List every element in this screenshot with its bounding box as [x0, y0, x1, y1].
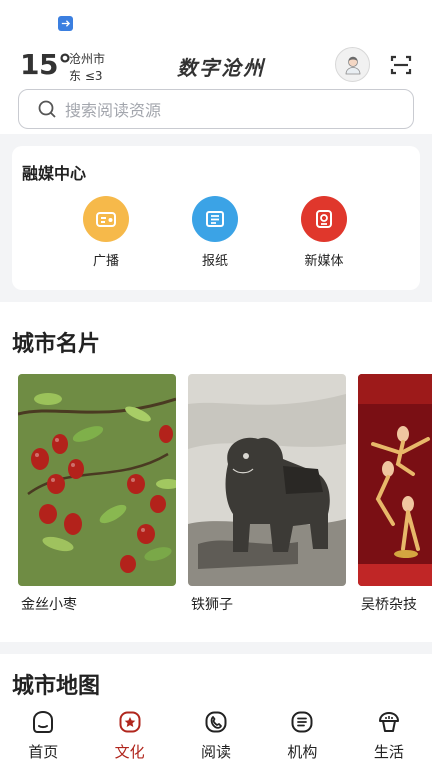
acrobatics-image — [358, 374, 432, 586]
city-card-label: 铁狮子 — [191, 597, 233, 613]
search-icon — [38, 100, 56, 118]
reading-icon — [205, 711, 227, 733]
app-title: 数字沧州 — [177, 56, 265, 80]
top-header: 15° 沧州市 东 ≤3 数字沧州 搜索阅读资源 — [0, 0, 432, 134]
media-center-card: 融媒中心 广播 报纸 新媒体 — [12, 146, 420, 290]
city-card-acrobatics[interactable]: 吴桥杂技 — [358, 374, 432, 614]
city-map-title: 城市地图 — [12, 674, 101, 699]
temperature: 15° — [20, 48, 72, 81]
nav-label: 机构 — [287, 743, 318, 761]
search-input[interactable]: 搜索阅读资源 — [18, 89, 414, 129]
jujube-image — [18, 374, 176, 586]
city-card-iron-lion[interactable]: 铁狮子 — [188, 374, 348, 614]
nav-label: 文化 — [114, 743, 145, 761]
media-center-title: 融媒中心 — [22, 164, 87, 183]
nav-label: 生活 — [373, 743, 404, 761]
radio-icon — [83, 196, 129, 242]
city-card-label: 金丝小枣 — [21, 597, 77, 613]
nav-culture[interactable]: 文化 — [86, 703, 172, 768]
nav-home[interactable]: 首页 — [0, 703, 86, 768]
city-cards-title: 城市名片 — [12, 332, 101, 357]
search-placeholder: 搜索阅读资源 — [65, 101, 162, 120]
city-cards-carousel[interactable]: 金丝小枣 铁狮子 吴桥杂技 — [0, 374, 432, 624]
nav-label: 阅读 — [201, 743, 232, 761]
nav-label: 首页 — [28, 743, 59, 761]
iron-lion-image — [188, 374, 346, 586]
city-card-label: 吴桥杂技 — [361, 597, 417, 613]
media-item-radio[interactable]: 广播 — [66, 196, 146, 269]
city-cards-section: 城市名片 金丝小枣 铁狮子 吴桥杂技 — [0, 302, 432, 642]
avatar[interactable] — [335, 47, 370, 82]
culture-icon — [119, 711, 141, 733]
home-icon — [33, 710, 54, 733]
scan-icon[interactable] — [389, 53, 413, 77]
notification-icon — [58, 16, 73, 31]
media-item-label: 新媒体 — [304, 254, 344, 269]
city-card-jujube[interactable]: 金丝小枣 — [18, 374, 178, 614]
life-icon — [378, 712, 399, 732]
weather-city: 沧州市 — [69, 52, 106, 66]
media-item-label: 报纸 — [201, 254, 228, 269]
nav-reading[interactable]: 阅读 — [173, 703, 259, 768]
institution-icon — [291, 711, 313, 733]
media-item-new-media[interactable]: 新媒体 — [284, 196, 364, 269]
nav-life[interactable]: 生活 — [346, 703, 432, 768]
weather-wind: 东 ≤3 — [69, 69, 103, 83]
nav-institution[interactable]: 机构 — [259, 703, 345, 768]
new-media-icon — [301, 196, 347, 242]
newspaper-icon — [192, 196, 238, 242]
media-item-label: 广播 — [92, 254, 119, 269]
user-avatar-icon — [345, 56, 360, 74]
bottom-nav: 首页 文化 阅读 机构 生活 — [0, 703, 432, 768]
media-item-newspaper[interactable]: 报纸 — [175, 196, 255, 269]
